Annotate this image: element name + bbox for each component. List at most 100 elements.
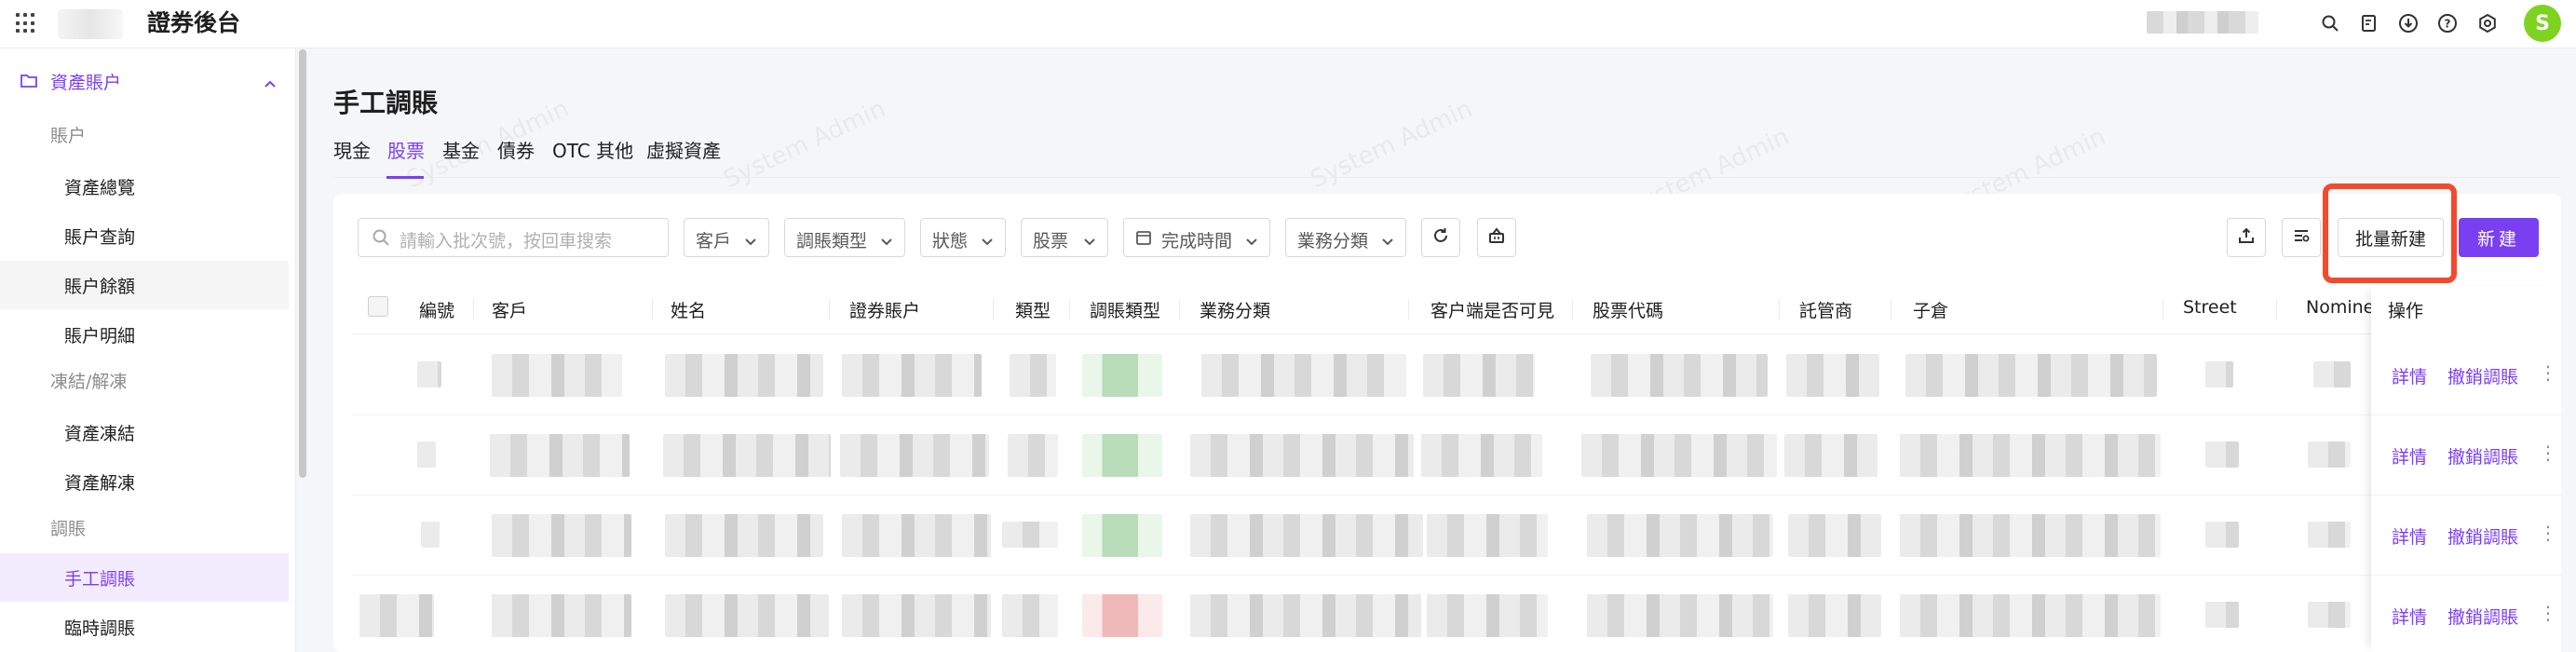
- sidebar-group-asset-account[interactable]: 資產賬户: [0, 56, 296, 104]
- col-adjust-type[interactable]: 調賬類型: [1090, 297, 1160, 322]
- col-sub-position[interactable]: 子倉: [1913, 297, 1948, 322]
- tabs-divider: [333, 177, 2561, 178]
- col-business-category[interactable]: 業務分類: [1200, 297, 1270, 322]
- search-input[interactable]: 請輸入批次號，按回車搜索: [358, 218, 669, 257]
- chevron-down-icon: [981, 231, 994, 251]
- chevron-down-icon: [1245, 231, 1258, 251]
- table-header: 編號 客戶 姓名 證券賬户 類型 調賬類型 業務分類 客户端是否可見 股票代碼 …: [352, 286, 2561, 334]
- filter-completion-time[interactable]: 完成時間: [1123, 218, 1270, 257]
- calendar-icon: [1135, 229, 1152, 251]
- active-tab-indicator: [386, 176, 424, 179]
- help-icon[interactable]: ?: [2436, 12, 2459, 34]
- apps-grid-icon[interactable]: [16, 13, 36, 34]
- filter-customer[interactable]: 客戶: [684, 218, 769, 257]
- chevron-down-icon: [1083, 231, 1096, 251]
- revoke-adjust-link[interactable]: 撤銷調賬: [2447, 363, 2518, 388]
- col-id[interactable]: 編號: [419, 297, 454, 322]
- search-icon: [372, 228, 390, 251]
- search-icon[interactable]: [2319, 12, 2341, 34]
- column-settings-icon: [2292, 226, 2311, 249]
- create-button[interactable]: 新建: [2459, 218, 2539, 257]
- col-customer[interactable]: 客戶: [492, 297, 527, 322]
- sidebar-scrollbar[interactable]: [299, 49, 306, 478]
- select-all-checkbox[interactable]: [368, 296, 388, 317]
- more-actions-icon[interactable]: ⋮: [2539, 441, 2557, 464]
- chevron-up-icon: [264, 73, 277, 93]
- detail-link[interactable]: 詳情: [2392, 443, 2427, 469]
- revoke-adjust-link[interactable]: 撤銷調賬: [2447, 443, 2518, 469]
- row-actions: 詳情 撤銷調賬 ⋮: [2371, 335, 2561, 415]
- tab-cash[interactable]: 現金: [333, 136, 371, 163]
- more-actions-icon[interactable]: ⋮: [2539, 522, 2557, 544]
- highlight-box: [2323, 183, 2457, 283]
- app-title: 證券後台: [147, 9, 241, 36]
- download-icon[interactable]: [2397, 12, 2420, 34]
- sidebar-item-asset-overview[interactable]: 資產總覽: [0, 162, 289, 211]
- col-operation: 操作: [2388, 301, 2424, 321]
- export-icon: [2237, 226, 2256, 249]
- chevron-down-icon: [880, 231, 893, 251]
- sidebar-section-adjust: 調賬: [50, 519, 87, 539]
- refresh-button[interactable]: [1421, 218, 1460, 257]
- table-row[interactable]: [352, 576, 2371, 652]
- revoke-adjust-link[interactable]: 撤銷調賬: [2447, 523, 2518, 549]
- sidebar-item-asset-unfreeze[interactable]: 資產解凍: [0, 457, 289, 506]
- logo: [58, 9, 123, 39]
- table-row[interactable]: [352, 496, 2371, 576]
- page-title: 手工調賬: [333, 88, 439, 118]
- detail-link[interactable]: 詳情: [2392, 604, 2427, 629]
- col-name[interactable]: 姓名: [671, 297, 706, 322]
- col-client-visible[interactable]: 客户端是否可見: [1430, 297, 1554, 322]
- refresh-icon: [1431, 226, 1450, 249]
- sidebar-item-asset-freeze[interactable]: 資產凍結: [0, 408, 289, 456]
- top-header: 證券後台 ? S: [0, 0, 2576, 48]
- col-street[interactable]: Street: [2183, 297, 2237, 318]
- folder-icon: [20, 72, 37, 92]
- filter-status[interactable]: 狀態: [920, 218, 1006, 257]
- basket-button[interactable]: [1477, 218, 1516, 257]
- watermark: System Admin: [719, 94, 890, 195]
- tab-virtual-asset[interactable]: 虛擬資產: [646, 136, 721, 163]
- row-actions: 詳情 撤銷調賬 ⋮: [2371, 576, 2561, 652]
- sidebar-item-temp-adjust[interactable]: 臨時調賬: [0, 603, 289, 651]
- detail-link[interactable]: 詳情: [2392, 363, 2427, 388]
- chevron-down-icon: [744, 231, 757, 251]
- sidebar-item-account-balance[interactable]: 賬户餘額: [0, 261, 289, 309]
- sidebar-item-account-detail[interactable]: 賬户明細: [0, 310, 289, 359]
- avatar[interactable]: S: [2524, 5, 2561, 42]
- sidebar: 資產賬户 賬户 資產總覽 賬户查詢 賬户餘額 賬户明細 凍結/解凍 資產凍結 資…: [0, 48, 296, 652]
- more-actions-icon[interactable]: ⋮: [2539, 602, 2557, 624]
- tab-otc-other[interactable]: OTC 其他: [552, 136, 633, 163]
- sidebar-item-manual-adjust[interactable]: 手工調賬: [0, 553, 289, 602]
- chevron-down-icon: [1381, 231, 1394, 251]
- row-actions: 詳情 撤銷調賬 ⋮: [2371, 496, 2561, 576]
- more-actions-icon[interactable]: ⋮: [2539, 361, 2557, 384]
- row-actions: 詳情 撤銷調賬 ⋮: [2371, 415, 2561, 496]
- tab-bond[interactable]: 債券: [497, 136, 535, 163]
- col-custodian[interactable]: 託管商: [1799, 297, 1852, 322]
- table-row[interactable]: [352, 335, 2371, 415]
- sidebar-section-freeze: 凍結/解凍: [50, 372, 128, 392]
- tab-fund[interactable]: 基金: [442, 136, 480, 163]
- sidebar-group-label: 資產賬户: [50, 73, 122, 93]
- sidebar-item-account-query[interactable]: 賬户查詢: [0, 211, 289, 260]
- col-stock-code[interactable]: 股票代碼: [1593, 297, 1663, 322]
- export-button[interactable]: [2227, 218, 2266, 257]
- svg-text:?: ?: [2445, 18, 2451, 31]
- search-placeholder: 請輸入批次號，按回車搜索: [400, 231, 613, 251]
- filter-adjust-type[interactable]: 調賬類型: [784, 218, 905, 257]
- col-securities-account[interactable]: 證券賬户: [849, 297, 920, 322]
- col-nominee[interactable]: Nomine: [2306, 297, 2374, 318]
- detail-link[interactable]: 詳情: [2392, 523, 2427, 549]
- settings-icon[interactable]: [2476, 12, 2499, 34]
- filter-business-category[interactable]: 業務分類: [1285, 218, 1406, 257]
- watermark: System Admin: [1306, 94, 1477, 195]
- col-type[interactable]: 類型: [1015, 297, 1051, 322]
- filter-stock[interactable]: 股票: [1021, 218, 1108, 257]
- column-settings-button[interactable]: [2282, 218, 2321, 257]
- revoke-adjust-link[interactable]: 撤銷調賬: [2447, 604, 2518, 629]
- document-icon[interactable]: [2358, 12, 2380, 34]
- table-row[interactable]: [352, 415, 2371, 496]
- basket-icon: [1487, 226, 1506, 249]
- tab-stock[interactable]: 股票: [387, 136, 425, 163]
